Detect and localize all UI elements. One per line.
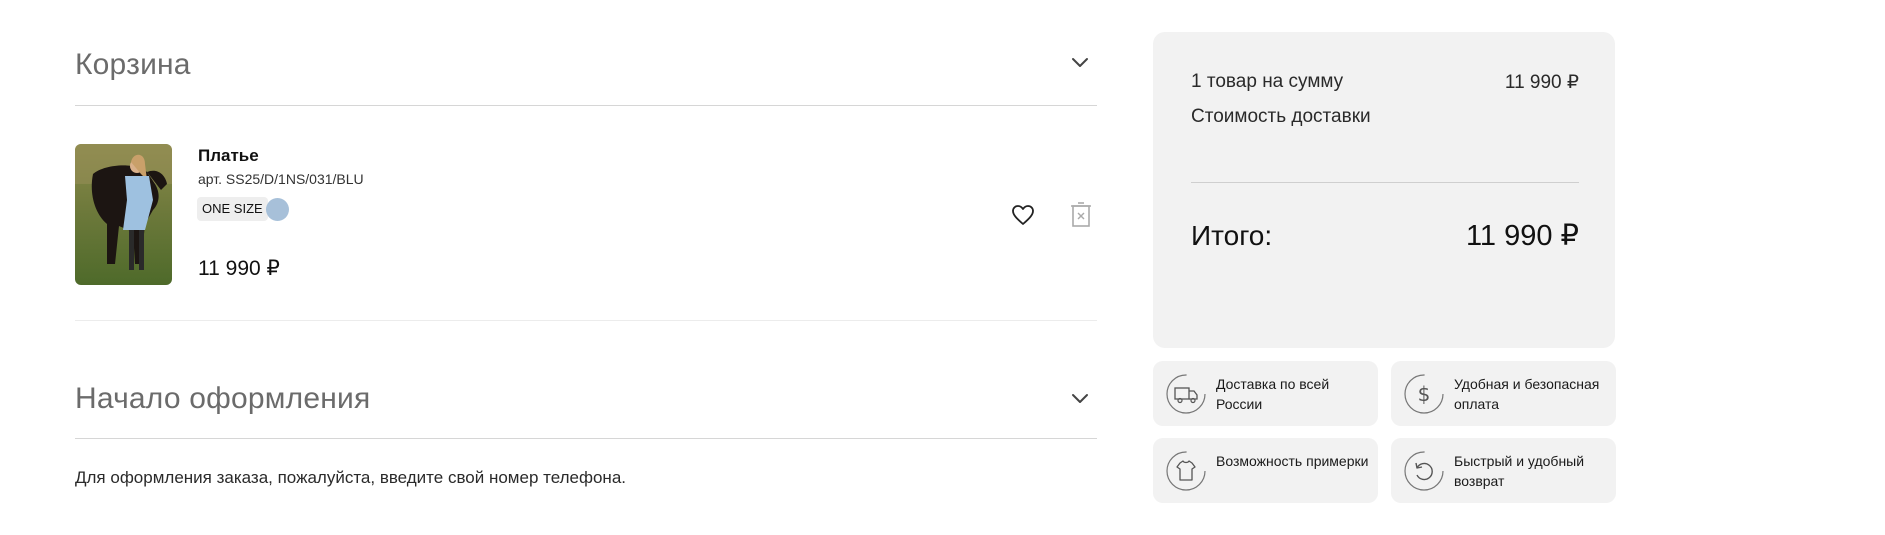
chevron-down-icon[interactable] xyxy=(1069,387,1091,409)
feature-text: Удобная и безопасная оплата xyxy=(1454,376,1600,412)
feature-return: Быстрый и удобный возврат xyxy=(1391,438,1616,503)
dollar-icon: $ xyxy=(1404,374,1444,414)
size-badge: ONE SIZE xyxy=(197,197,268,221)
checkout-section-header[interactable]: Начало оформления xyxy=(75,335,1097,439)
feature-fitting: Возможность примерки xyxy=(1153,438,1378,503)
tshirt-icon xyxy=(1166,451,1206,491)
summary-divider xyxy=(1191,182,1579,183)
feature-text: Доставка по всей России xyxy=(1216,376,1330,412)
cart-item: Платье арт. SS25/D/1NS/031/BLU ONE SIZE … xyxy=(75,106,1097,321)
feature-delivery: Доставка по всей России xyxy=(1153,361,1378,426)
delete-icon[interactable] xyxy=(1069,201,1093,229)
total-label: Итого: xyxy=(1191,220,1273,251)
feature-text: Быстрый и удобный возврат xyxy=(1454,453,1585,489)
return-icon xyxy=(1404,451,1444,491)
product-name[interactable]: Платье xyxy=(198,146,259,166)
svg-text:$: $ xyxy=(1418,382,1431,406)
heart-icon[interactable] xyxy=(1010,202,1036,228)
feature-payment: $ Удобная и безопасная оплата xyxy=(1391,361,1616,426)
color-swatch xyxy=(266,198,289,221)
items-sum-value: 11 990 ₽ xyxy=(1504,72,1579,93)
delivery-cost-label: Стоимость доставки xyxy=(1191,106,1371,127)
phone-hint-text: Для оформления заказа, пожалуйста, введи… xyxy=(75,468,626,487)
order-summary: 1 товар на сумму 11 990 ₽ Стоимость дост… xyxy=(1153,32,1615,348)
product-price: 11 990 ₽ xyxy=(198,257,280,280)
product-image[interactable] xyxy=(75,144,172,285)
chevron-down-icon[interactable] xyxy=(1069,51,1091,73)
cart-section-header[interactable]: Корзина xyxy=(75,0,1097,106)
total-value: 11 990 ₽ xyxy=(1465,220,1579,252)
checkout-title: Начало оформления xyxy=(75,382,371,415)
cart-title: Корзина xyxy=(75,48,191,81)
items-sum-label: 1 товар на сумму xyxy=(1191,71,1344,92)
feature-text: Возможность примерки xyxy=(1216,453,1369,469)
truck-icon xyxy=(1166,374,1206,414)
product-sku: арт. SS25/D/1NS/031/BLU xyxy=(198,171,364,187)
